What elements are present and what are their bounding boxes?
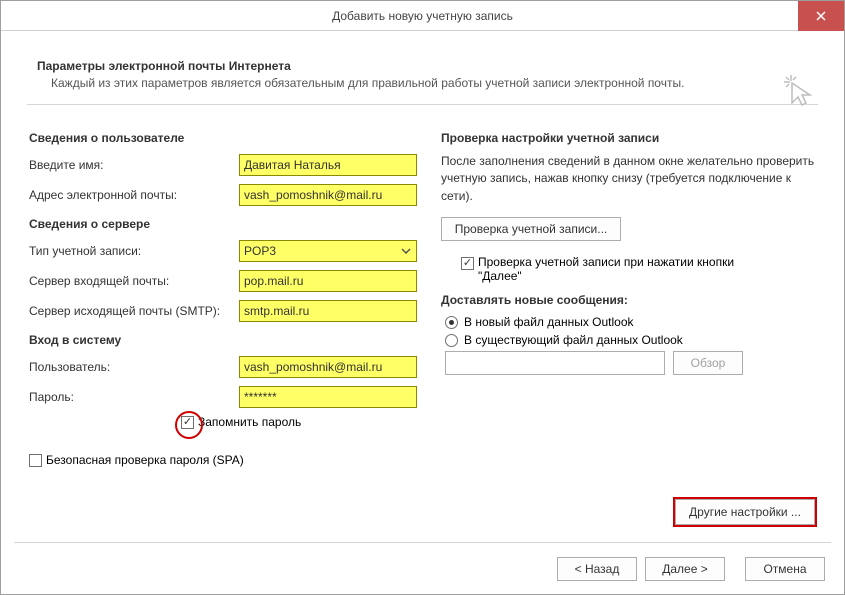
radio-new-file-label: В новый файл данных Outlook (464, 315, 634, 329)
test-account-button[interactable]: Проверка учетной записи... (441, 217, 621, 241)
cancel-button[interactable]: Отмена (745, 557, 825, 581)
test-on-next-checkbox[interactable] (461, 257, 474, 270)
browse-button[interactable]: Обзор (673, 351, 743, 375)
server-info-heading: Сведения о сервере (29, 217, 417, 231)
bottom-button-bar: < Назад Далее > Отмена (557, 557, 825, 581)
header-subtitle: Каждый из этих параметров является обяза… (37, 76, 808, 90)
left-column: Сведения о пользователе Введите имя: Адр… (29, 121, 417, 471)
test-on-next-label: Проверка учетной записи при нажатии кноп… (478, 255, 778, 283)
spa-label: Безопасная проверка пароля (SPA) (46, 453, 244, 467)
radio-new-file[interactable] (445, 316, 458, 329)
account-type-label: Тип учетной записи: (29, 244, 239, 258)
chevron-down-icon (398, 243, 414, 259)
more-settings-button[interactable]: Другие настройки ... (675, 499, 815, 525)
test-description: После заполнения сведений в данном окне … (441, 153, 816, 205)
close-button[interactable] (798, 1, 844, 31)
account-type-value: POP3 (244, 244, 276, 258)
email-input[interactable] (239, 184, 417, 206)
existing-file-path-input[interactable] (445, 351, 665, 375)
email-label: Адрес электронной почты: (29, 188, 239, 202)
outgoing-server-label: Сервер исходящей почты (SMTP): (29, 304, 239, 318)
incoming-server-input[interactable] (239, 270, 417, 292)
name-input[interactable] (239, 154, 417, 176)
password-label: Пароль: (29, 390, 239, 404)
title-bar: Добавить новую учетную запись (1, 1, 844, 31)
right-column: Проверка настройки учетной записи После … (441, 121, 816, 471)
password-input[interactable] (239, 386, 417, 408)
remember-password-checkbox[interactable] (181, 416, 194, 429)
incoming-server-label: Сервер входящей почты: (29, 274, 239, 288)
login-heading: Вход в систему (29, 333, 417, 347)
separator (14, 542, 831, 543)
name-label: Введите имя: (29, 158, 239, 172)
test-heading: Проверка настройки учетной записи (441, 131, 816, 145)
window-title: Добавить новую учетную запись (332, 9, 513, 23)
cursor-click-icon (782, 73, 818, 112)
username-input[interactable] (239, 356, 417, 378)
next-button[interactable]: Далее > (645, 557, 725, 581)
header-title: Параметры электронной почты Интернета (37, 59, 808, 73)
deliver-heading: Доставлять новые сообщения: (441, 293, 816, 307)
spa-checkbox[interactable] (29, 454, 42, 467)
close-icon (816, 11, 826, 21)
account-type-select[interactable]: POP3 (239, 240, 417, 262)
remember-password-label: Запомнить пароль (198, 415, 301, 429)
radio-existing-file[interactable] (445, 334, 458, 347)
back-button[interactable]: < Назад (557, 557, 637, 581)
radio-existing-file-label: В существующий файл данных Outlook (464, 333, 683, 347)
username-label: Пользователь: (29, 360, 239, 374)
user-info-heading: Сведения о пользователе (29, 131, 417, 145)
outgoing-server-input[interactable] (239, 300, 417, 322)
